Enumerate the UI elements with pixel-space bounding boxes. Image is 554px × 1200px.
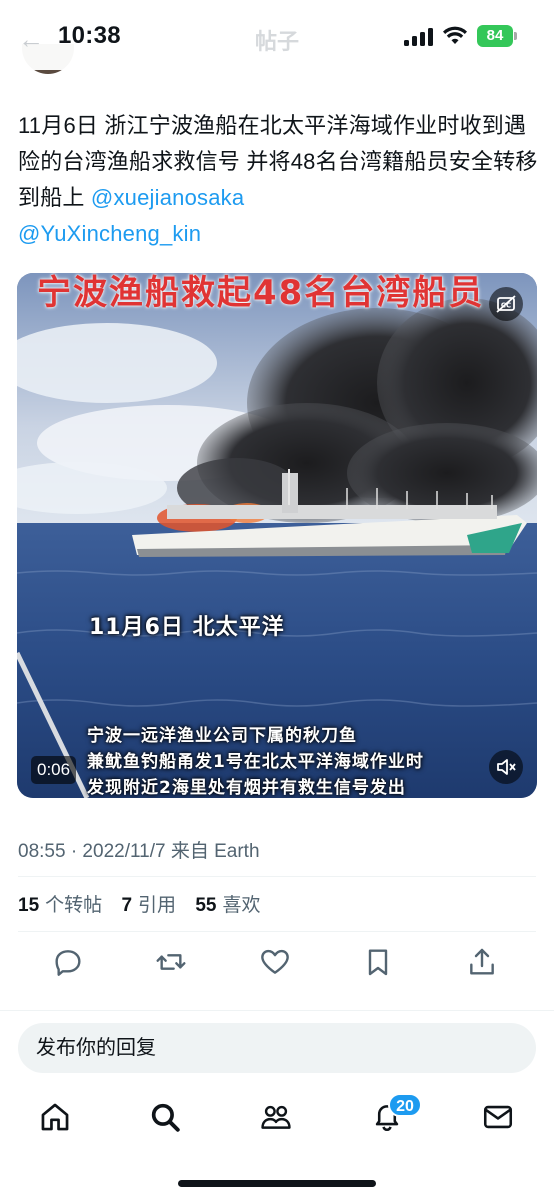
search-icon[interactable] xyxy=(148,1100,182,1134)
video-frame xyxy=(17,273,537,798)
reply-input[interactable]: 发布你的回复 xyxy=(18,1023,536,1073)
bookmark-icon[interactable] xyxy=(362,946,394,978)
captions-icon: CC xyxy=(496,295,516,313)
messages-icon[interactable] xyxy=(481,1100,515,1134)
reply-icon[interactable] xyxy=(52,946,84,978)
like-icon[interactable] xyxy=(259,946,291,978)
tweet-timestamp[interactable]: 08:55 · 2022/11/7 来自 Earth xyxy=(18,836,260,863)
mention-link[interactable]: @YuXincheng_kin xyxy=(18,221,201,246)
tweet-actions xyxy=(0,946,554,982)
quotes-count: 7 xyxy=(121,895,133,916)
home-icon[interactable] xyxy=(38,1100,72,1134)
video-subtitle-line: 兼鱿鱼钓船甬发1号在北太平洋海域作业时 xyxy=(87,752,424,772)
video-banner-text: 宁波渔船救起48名台湾船员 xyxy=(37,273,485,313)
divider xyxy=(18,931,536,932)
status-time: 10:38 xyxy=(58,22,121,49)
reply-bar: 发布你的回复 xyxy=(0,1010,554,1082)
notifications-badge: 20 xyxy=(388,1093,422,1117)
signal-icon xyxy=(404,28,434,46)
home-indicator[interactable] xyxy=(178,1180,376,1187)
likes-count: 55 xyxy=(195,895,217,916)
communities-icon[interactable] xyxy=(259,1100,293,1134)
mute-icon xyxy=(497,759,516,775)
divider xyxy=(18,876,536,877)
retweets-count: 15 xyxy=(18,895,40,916)
mention-link[interactable]: @xuejianosaka xyxy=(91,185,244,210)
quotes-stat[interactable]: 7 引用 xyxy=(121,895,190,916)
captions-button[interactable]: CC xyxy=(489,287,523,321)
battery-icon: 84 xyxy=(477,25,513,47)
mute-button[interactable] xyxy=(489,750,523,784)
retweets-label: 个转帖 xyxy=(45,895,103,916)
retweet-icon[interactable] xyxy=(155,946,187,978)
quotes-label: 引用 xyxy=(138,895,177,916)
likes-stat[interactable]: 55 喜欢 xyxy=(195,895,260,916)
wifi-icon xyxy=(443,26,467,44)
status-bar: ← 帖子 10:38 84 xyxy=(0,0,554,70)
likes-label: 喜欢 xyxy=(222,895,261,916)
retweets-stat[interactable]: 15 个转帖 xyxy=(18,895,116,916)
video-date-caption: 11月6日 北太平洋 xyxy=(89,615,285,640)
video-subtitle-line: 宁波一远洋渔业公司下属的秋刀鱼 xyxy=(87,726,357,746)
video-subtitle-line: 发现附近2海里处有烟并有救生信号发出 xyxy=(87,778,406,798)
share-icon[interactable] xyxy=(466,946,498,978)
video-player[interactable]: 宁波渔船救起48名台湾船员 11月6日 北太平洋 宁波一远洋渔业公司下属的秋刀鱼… xyxy=(17,273,537,798)
tweet-text: 11月6日 浙江宁波渔船在北太平洋海域作业时收到遇险的台湾渔船求救信号 并将48… xyxy=(18,108,538,252)
battery-tip xyxy=(514,32,517,40)
engagement-stats: 15 个转帖 7 引用 55 喜欢 xyxy=(18,890,260,917)
video-duration: 0:06 xyxy=(31,756,77,784)
